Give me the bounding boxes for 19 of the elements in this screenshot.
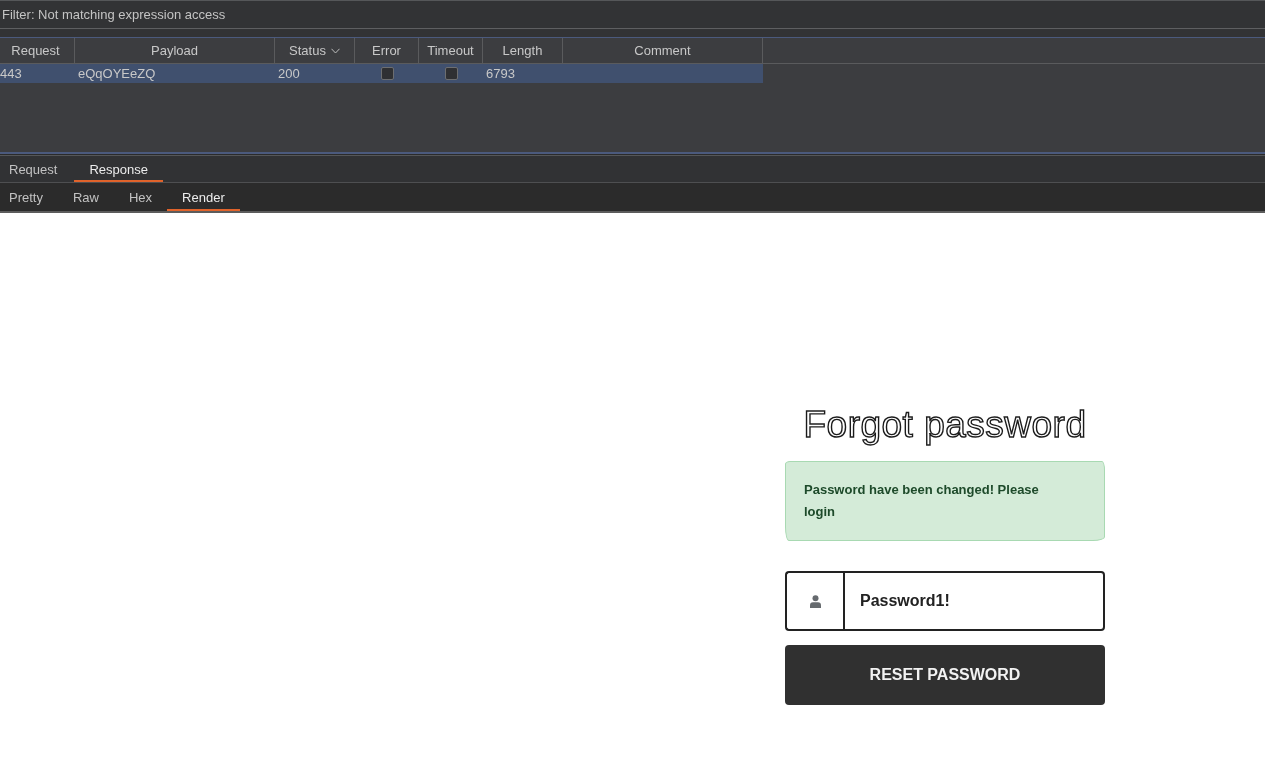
tab[interactable]: Hex	[114, 183, 168, 211]
checkbox[interactable]	[444, 67, 458, 80]
reset-password-button[interactable]: RESET PASSWORD	[785, 645, 1105, 705]
table-cell-text: 200	[277, 65, 301, 83]
password-input[interactable]: Password1!	[843, 571, 1105, 631]
table-row[interactable]: 443 eQqOYEeZQ 200 6793	[0, 64, 763, 83]
table-cell-text: 6793	[485, 65, 516, 83]
filter-bar[interactable]: Filter: Not matching expression access	[0, 0, 1265, 29]
table-cell-text: 443	[0, 65, 23, 83]
table-cell-text: eQqOYEeZQ	[77, 65, 157, 83]
checkbox[interactable]	[380, 67, 394, 80]
tab[interactable]: Pretty	[0, 183, 58, 211]
tab[interactable]: Raw	[57, 183, 114, 211]
alert-message: Password have been changed! Please login	[804, 481, 1040, 521]
user-icon	[809, 594, 821, 608]
chevron-down-icon	[330, 47, 340, 54]
tab[interactable]: Request	[0, 156, 73, 182]
page-heading: Forgot password	[803, 403, 1087, 448]
tab[interactable]: Render	[167, 183, 240, 211]
